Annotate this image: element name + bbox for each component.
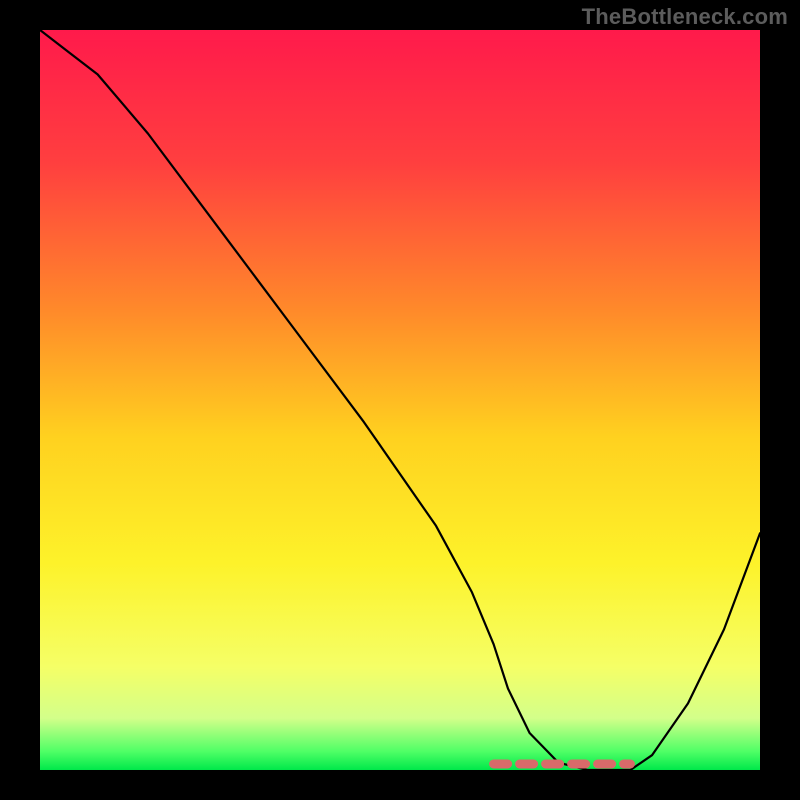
plot-area (40, 30, 760, 770)
chart-svg (40, 30, 760, 770)
gradient-background (40, 30, 760, 770)
watermark-text: TheBottleneck.com (582, 4, 788, 30)
chart-frame: TheBottleneck.com (0, 0, 800, 800)
